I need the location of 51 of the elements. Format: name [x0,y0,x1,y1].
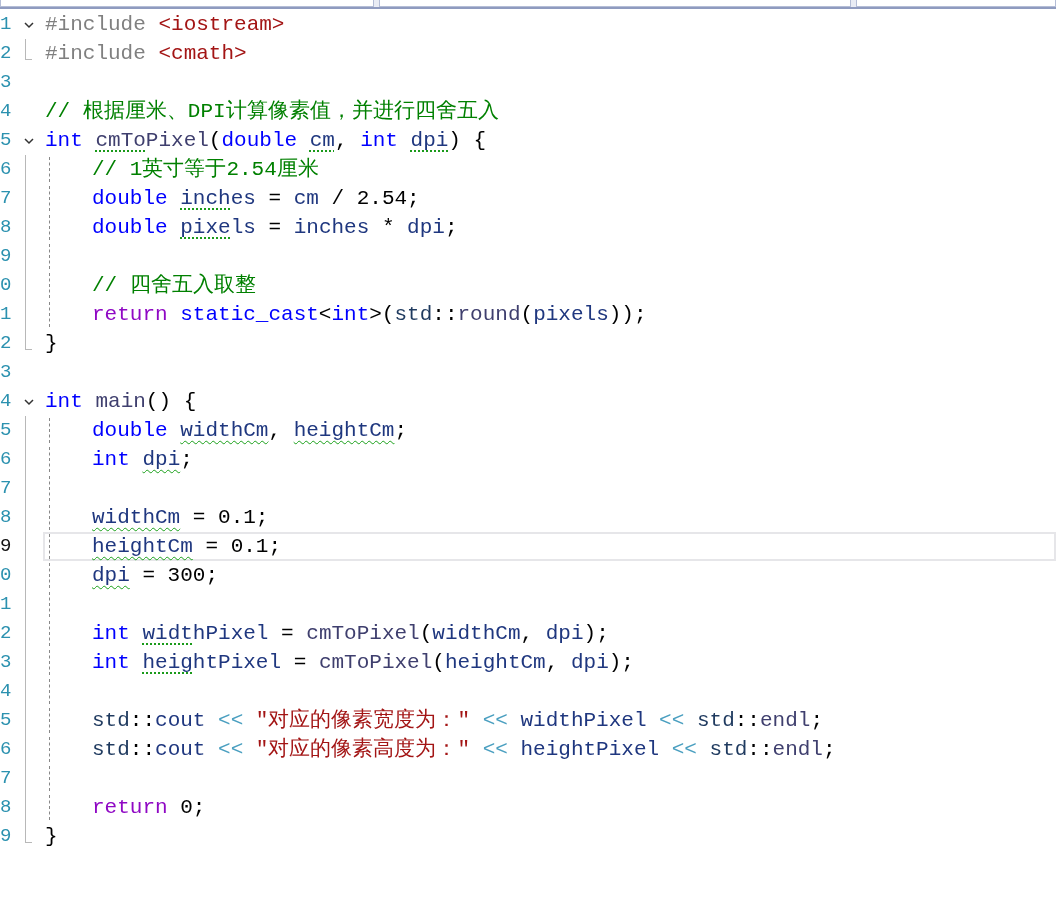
line-number: 1 [0,592,12,617]
line-number: 8 [0,795,12,820]
line-number: 4 [0,679,12,704]
code-line: int widthPixel = cmToPixel(widthCm, dpi); [92,621,609,646]
line-number: 8 [0,505,12,530]
line-number: 5 [0,128,12,153]
line-number: 9 [0,534,12,559]
code-line: int heightPixel = cmToPixel(heightCm, dpi); [92,650,634,675]
code-line: std::cout << "对应的像素高度为：" << heightPixel << std::endl; [92,737,836,762]
line-number: 2 [0,331,12,356]
line-number: 1 [0,302,12,327]
code-line: dpi = 300; [92,563,219,588]
code-line: std::cout << "对应的像素宽度为：" << widthPixel << std::endl; [92,708,823,733]
code-line: } [45,331,58,356]
line-number: 7 [0,476,12,501]
line-number: 3 [0,70,12,95]
code-line: #include <cmath> [45,41,247,66]
code-line: heightCm = 0.1; [92,534,282,559]
line-number: 4 [0,99,12,124]
line-number: 6 [0,447,12,472]
line-number: 5 [0,418,12,443]
line-number: 0 [0,563,12,588]
line-number: 8 [0,215,12,240]
code-line: double widthCm, heightCm; [92,418,408,443]
line-number: 1 [0,12,12,37]
line-number: 9 [0,824,12,849]
code-line: #include <iostream> [45,12,285,37]
code-line: double pixels = inches * dpi; [92,215,458,240]
code-line: int cmToPixel(double cm, int dpi) { [45,128,487,153]
code-line: int main() { [45,389,197,414]
line-number: 7 [0,186,12,211]
line-number: 3 [0,360,12,385]
line-number: 2 [0,621,12,646]
code-line: return 0; [92,795,206,820]
code-line: widthCm = 0.1; [92,505,269,530]
code-line: return static_cast<int>(std::round(pixels)); [92,302,647,327]
line-number: 9 [0,244,12,269]
line-number: 0 [0,273,12,298]
line-number: 3 [0,650,12,675]
line-number: 6 [0,737,12,762]
code-line: double inches = cm / 2.54; [92,186,420,211]
line-number: 5 [0,708,12,733]
code-comment: // 四舍五入取整 [92,273,256,298]
line-number: 6 [0,157,12,182]
line-number: 7 [0,766,12,791]
code-comment: // 1英寸等于2.54厘米 [92,157,319,182]
code-line: } [45,824,58,849]
code-line: int dpi; [92,447,193,472]
code-comment: // 根据厘米、DPI计算像素值，并进行四舍五入 [45,99,499,124]
line-number: 4 [0,389,12,414]
line-number: 2 [0,41,12,66]
